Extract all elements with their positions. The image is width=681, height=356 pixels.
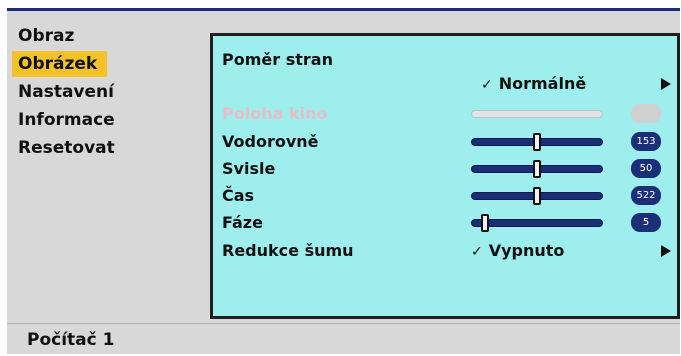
horizontal-value-badge: 153 — [631, 132, 661, 151]
status-bar: Počítač 1 — [7, 323, 680, 356]
vertical-slider-thumb[interactable] — [533, 160, 541, 178]
noise-reduction-label: Redukce šumu — [222, 241, 354, 260]
horizontal-slider-thumb[interactable] — [533, 133, 541, 151]
clock-slider[interactable] — [471, 187, 603, 205]
noise-reduction-arrow-right-icon[interactable] — [661, 245, 671, 257]
noise-reduction-value: ✓ Vypnuto — [471, 239, 564, 263]
phase-value-badge: 5 — [631, 213, 661, 232]
menu-item-resetovat[interactable]: Resetovat — [12, 135, 125, 161]
menu-item-obraz[interactable]: Obraz — [12, 23, 84, 49]
check-icon: ✓ — [481, 77, 493, 93]
cinema-position-row: Poloha kino — [213, 102, 677, 126]
cinema-position-badge — [631, 104, 661, 123]
osd-menu-window: Obraz Obrázek Nastavení Informace Reseto… — [7, 8, 680, 354]
aspect-ratio-label: Poměr stran — [222, 50, 333, 69]
phase-label: Fáze — [222, 213, 263, 232]
horizontal-slider[interactable] — [471, 133, 603, 151]
input-source-label: Počítač 1 — [27, 330, 115, 350]
vertical-value-badge: 50 — [631, 159, 661, 178]
aspect-ratio-value: ✓ Normálně — [481, 72, 586, 96]
check-icon: ✓ — [471, 244, 483, 260]
clock-slider-thumb[interactable] — [533, 187, 541, 205]
clock-label: Čas — [222, 186, 255, 205]
vertical-slider[interactable] — [471, 160, 603, 178]
noise-reduction-value-text: Vypnuto — [488, 241, 565, 260]
horizontal-row[interactable]: Vodorovně 153 — [213, 130, 677, 154]
menu-item-obrazek[interactable]: Obrázek — [12, 51, 108, 77]
menu-item-nastaveni[interactable]: Nastavení — [12, 79, 124, 105]
vertical-row[interactable]: Svisle 50 — [213, 157, 677, 181]
phase-slider[interactable] — [471, 214, 603, 232]
clock-value-badge: 522 — [631, 186, 661, 205]
menu-item-informace[interactable]: Informace — [12, 107, 125, 133]
phase-row[interactable]: Fáze 5 — [213, 211, 677, 235]
clock-row[interactable]: Čas 522 — [213, 184, 677, 208]
aspect-ratio-arrow-right-icon[interactable] — [661, 78, 671, 90]
noise-reduction-row[interactable]: Redukce šumu ✓ Vypnuto — [213, 239, 677, 263]
cinema-position-slider — [471, 110, 603, 118]
aspect-ratio-value-text: Normálně — [498, 74, 587, 93]
aspect-ratio-row[interactable]: Poměr stran — [213, 48, 677, 72]
horizontal-label: Vodorovně — [222, 132, 319, 151]
phase-slider-thumb[interactable] — [481, 214, 489, 232]
cinema-position-label: Poloha kino — [222, 104, 328, 123]
aspect-ratio-value-row[interactable]: ✓ Normálně — [213, 72, 677, 96]
vertical-label: Svisle — [222, 159, 276, 178]
image-settings-panel: Poměr stran ✓ Normálně Poloha kino Vodoro… — [210, 33, 680, 319]
